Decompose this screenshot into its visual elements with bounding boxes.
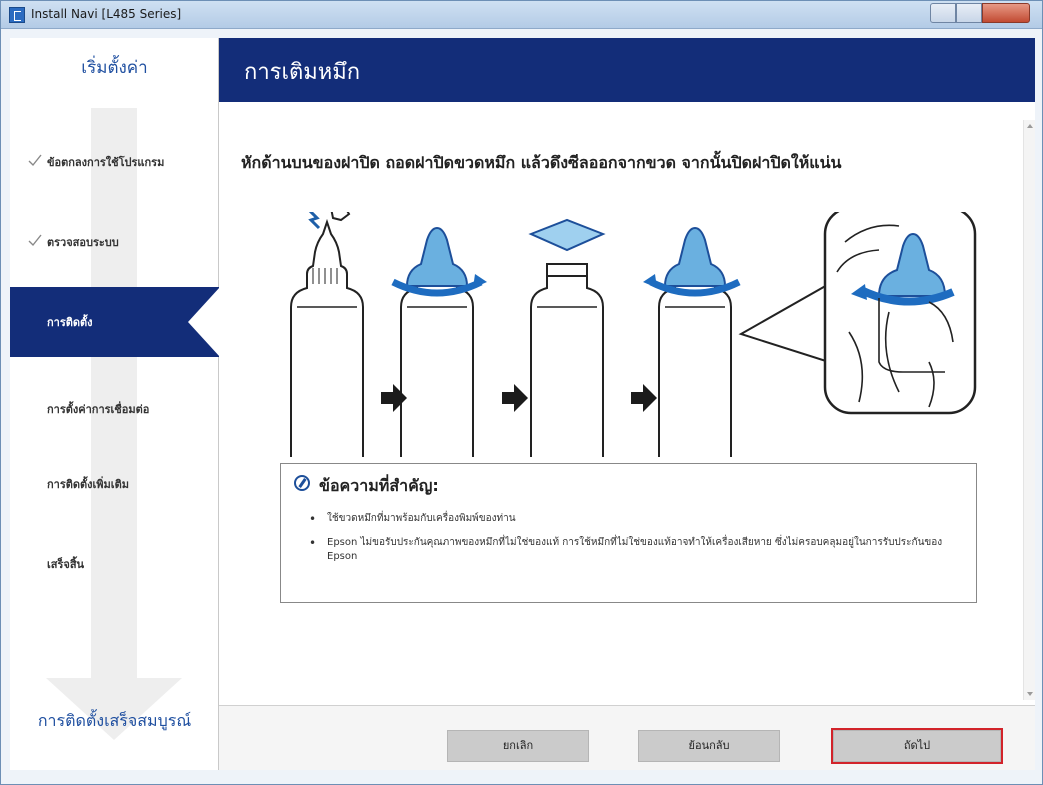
maximize-button[interactable] — [956, 3, 982, 23]
back-button[interactable]: ย้อนกลับ — [638, 730, 780, 762]
scroll-down-icon[interactable] — [1027, 692, 1033, 696]
cancel-button[interactable]: ยกเลิก — [447, 730, 589, 762]
page-header: การเติมหมึก — [219, 38, 1035, 102]
close-button[interactable] — [982, 3, 1030, 23]
sidebar-step-label: เสร็จสิ้น — [47, 558, 85, 571]
content-area: หักด้านบนของฝาปิด ถอดฝาปิดขวดหมึก แล้วดึ… — [219, 102, 1035, 706]
vertical-scrollbar[interactable] — [1023, 120, 1035, 700]
sidebar: เริ่มตั้งค่า ข้อตกลงการใช้โปรแกรม ตรวจสอ… — [10, 38, 220, 770]
window-title: Install Navi [L485 Series] — [31, 7, 182, 21]
page-title: การเติมหมึก — [244, 60, 361, 85]
sidebar-step-label: การติดตั้งเพิ่มเติม — [47, 478, 129, 491]
window-controls — [930, 3, 1034, 23]
sidebar-step-label: การติดตั้ง — [47, 316, 93, 329]
arrow-icon — [502, 384, 528, 412]
app-window: Install Navi [L485 Series] เริ่มตั้งค่า … — [0, 0, 1043, 785]
main-panel: การเติมหมึก หักด้านบนของฝาปิด ถอดฝาปิดขว… — [219, 38, 1035, 770]
notice-title: ข้อความที่สำคัญ: — [319, 476, 439, 495]
button-bar: ยกเลิก ย้อนกลับ ถัดไป — [219, 706, 1035, 770]
check-icon — [28, 234, 42, 247]
arrow-icon — [631, 384, 657, 412]
sidebar-step-label: ตรวจสอบระบบ — [47, 236, 119, 249]
pencil-note-icon — [294, 475, 310, 491]
bottle-1-illustration — [290, 212, 364, 457]
scroll-up-icon[interactable] — [1027, 124, 1033, 128]
check-icon — [28, 154, 42, 167]
list-item: ใช้ขวดหมึกที่มาพร้อมกับเครื่องพิมพ์ของท่… — [309, 512, 959, 526]
list-item: Epson ไม่ขอรับประกันคุณภาพของหมึกที่ไม่ใ… — [309, 536, 959, 564]
zoom-callout-illustration — [738, 212, 977, 415]
notice-list: ใช้ขวดหมึกที่มาพร้อมกับเครื่องพิมพ์ของท่… — [309, 512, 959, 574]
bottle-2-illustration — [391, 226, 487, 457]
bottle-3-illustration — [528, 218, 606, 457]
important-notice-box: ข้อความที่สำคัญ: ใช้ขวดหมึกที่มาพร้อมกับ… — [280, 463, 977, 603]
sidebar-step-connection: การตั้งค่าการเชื่อมต่อ — [10, 388, 219, 428]
sidebar-step-additional: การติดตั้งเพิ่มเติม — [10, 463, 219, 503]
bottle-4-illustration — [643, 226, 741, 457]
instruction-text: หักด้านบนของฝาปิด ถอดฝาปิดขวดหมึก แล้วดึ… — [241, 153, 842, 172]
sidebar-step-install: การติดตั้ง — [10, 287, 220, 357]
sidebar-step-license: ข้อตกลงการใช้โปรแกรม — [10, 141, 219, 181]
title-bar[interactable]: Install Navi [L485 Series] — [1, 1, 1042, 29]
ink-bottle-illustration — [290, 212, 977, 457]
sidebar-footer: การติดตั้งเสร็จสมบูรณ์ — [37, 711, 192, 730]
next-button[interactable]: ถัดไป — [831, 728, 1003, 764]
sidebar-header: เริ่มตั้งค่า — [81, 58, 148, 78]
sidebar-step-label: ข้อตกลงการใช้โปรแกรม — [47, 156, 165, 169]
minimize-button[interactable] — [930, 3, 956, 23]
sidebar-step-system-check: ตรวจสอบระบบ — [10, 221, 219, 261]
app-icon — [9, 7, 25, 23]
sidebar-step-finish: เสร็จสิ้น — [10, 543, 219, 583]
sidebar-step-label: การตั้งค่าการเชื่อมต่อ — [47, 403, 150, 416]
